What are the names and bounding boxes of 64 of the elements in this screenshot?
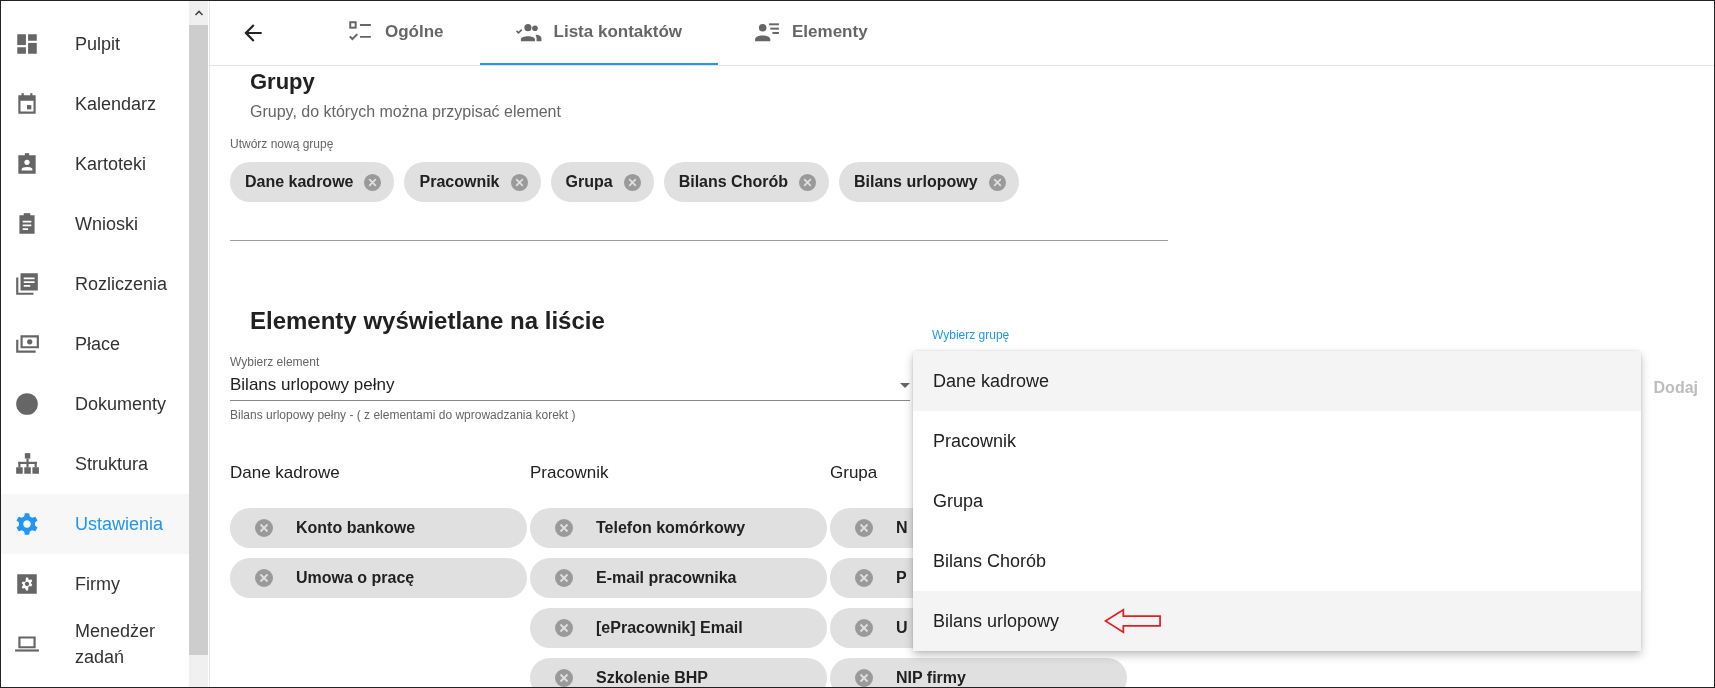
sidebar-item[interactable]: Firmy (1, 554, 189, 614)
group-chip[interactable]: Bilans Chorób (663, 162, 829, 202)
field-label: Wybierz grupę (932, 328, 1010, 342)
column-header: Pracownik (530, 462, 609, 484)
select-value: Bilans urlopowy pełny (230, 375, 396, 395)
remove-icon[interactable] (554, 668, 574, 687)
remove-icon[interactable] (987, 172, 1007, 192)
element-select[interactable]: Wybierz element Bilans urlopowy pełny (230, 355, 910, 401)
sidebar-item[interactable]: Menedżer zadań (1, 614, 189, 674)
remove-icon[interactable] (254, 518, 274, 538)
remove-icon[interactable] (554, 568, 574, 588)
field-hint: Bilans urlopowy pełny - ( z elementami do wprowadzania korekt ) (230, 408, 577, 422)
group-chip[interactable]: Dane kadrowe (230, 162, 395, 202)
group-chip[interactable]: Grupa (550, 162, 654, 202)
remove-icon[interactable] (509, 172, 529, 192)
element-chip[interactable]: E-mail pracownika (530, 558, 827, 598)
element-chip[interactable]: Umowa o pracę (230, 558, 527, 598)
column-header: Dane kadrowe (230, 462, 340, 484)
tab[interactable]: Ogólne (311, 1, 480, 65)
sidebar-item[interactable]: Pulpit (1, 14, 189, 74)
remove-icon[interactable] (622, 172, 642, 192)
scrollbar[interactable] (189, 1, 208, 687)
sidebar-item[interactable]: Kartoteki (1, 134, 189, 194)
menu-item[interactable]: Bilans Chorób (913, 531, 1641, 591)
gear-icon (14, 511, 40, 537)
sidebar-item[interactable]: Dokumenty (1, 374, 189, 434)
sidebar-item[interactable]: Rozliczenia (1, 254, 189, 314)
remove-icon[interactable] (854, 668, 874, 687)
column-header: Grupa (830, 462, 878, 484)
element-chip[interactable]: Konto bankowe (230, 508, 527, 548)
field-label: Utwórz nową grupę (230, 137, 335, 151)
menu-item[interactable]: Dane kadrowe (913, 351, 1641, 411)
sidebar-item[interactable]: Wnioski (1, 194, 189, 254)
remove-icon[interactable] (854, 518, 874, 538)
menu-item[interactable]: Grupa (913, 471, 1641, 531)
element-chip[interactable]: Szkolenie BHP (530, 658, 827, 687)
sidebar-item[interactable]: Płace (1, 314, 189, 374)
remove-icon[interactable] (798, 172, 817, 192)
dropdown-caret-icon[interactable] (900, 382, 910, 388)
tab[interactable]: Elementy (718, 1, 904, 65)
element-chip[interactable]: Telefon komórkowy (530, 508, 827, 548)
tree-icon (14, 451, 40, 477)
sidebar-item[interactable]: Struktura (1, 434, 189, 494)
remove-icon[interactable] (554, 518, 574, 538)
tab[interactable]: Lista kontaktów (479, 1, 719, 65)
list-icon (14, 271, 40, 297)
section-subtitle: Grupy, do których można przypisać element (250, 103, 562, 121)
remove-icon[interactable] (854, 568, 874, 588)
menu-item[interactable]: Bilans urlopowy (913, 591, 1641, 651)
element-chip[interactable]: NIP firmy (830, 658, 1127, 687)
sidebar-item[interactable]: Kalendarz (1, 74, 189, 134)
group-chip[interactable]: Pracownik (404, 162, 541, 202)
chip-input-field[interactable]: Utwórz nową grupę Dane kadrowe Pracownik Grupa Bilans Chorób Bilans urlopowy (230, 137, 1168, 241)
element-chip[interactable]: [ePracownik] Email (530, 608, 827, 648)
remove-icon[interactable] (254, 568, 274, 588)
remove-icon[interactable] (363, 172, 383, 192)
section-title: Grupy (250, 69, 316, 95)
menu-item[interactable]: Pracownik (913, 411, 1641, 471)
remove-icon[interactable] (554, 618, 574, 638)
field-label: Wybierz element (230, 355, 321, 369)
remove-icon[interactable] (854, 618, 874, 638)
dashboard-icon (14, 31, 40, 57)
group-chip[interactable]: Bilans urlopowy (839, 162, 1019, 202)
section-title: Elementy wyświetlane na liście (250, 307, 606, 335)
